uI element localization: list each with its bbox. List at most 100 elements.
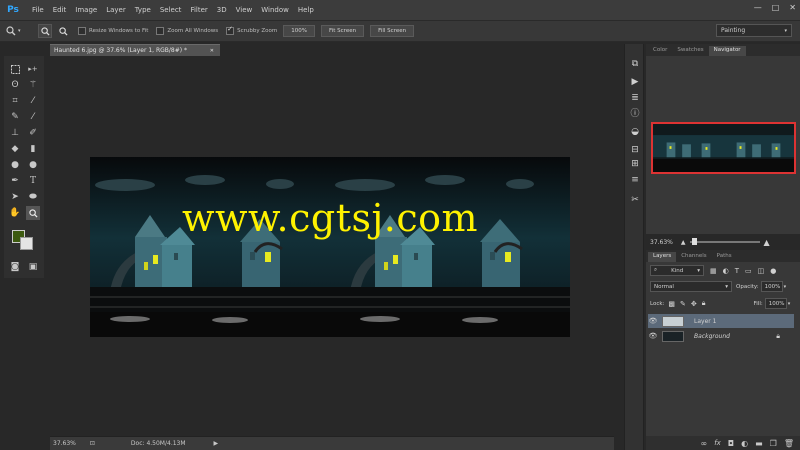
workspace-switcher[interactable]: Painting ▾ <box>716 24 792 37</box>
tool-preset-picker[interactable]: ▾ <box>6 23 34 39</box>
filter-type-icon[interactable]: T <box>735 267 739 275</box>
adjustment-layer-icon[interactable]: ◐ <box>741 439 748 448</box>
eye-icon[interactable]: 👁︎ <box>648 332 658 340</box>
opacity-input[interactable]: 100% <box>760 281 783 292</box>
properties-icon[interactable]: ≣ <box>629 92 641 104</box>
close-button[interactable]: ✕ <box>789 3 796 12</box>
tool-presets-icon[interactable]: ⊞ <box>629 158 641 170</box>
zoom-all-windows-checkbox[interactable]: Zoom All Windows <box>156 27 218 35</box>
info-icon[interactable]: ⓘ <box>629 106 641 119</box>
chevron-down-icon[interactable]: ▾ <box>784 284 787 290</box>
tab-navigator[interactable]: Navigator <box>708 46 746 56</box>
eyedropper-tool[interactable]: ⁄ <box>26 94 40 108</box>
layer-row-layer-1[interactable]: 👁︎ Layer 1 <box>648 314 794 328</box>
delete-layer-icon[interactable]: 🗑︎ <box>784 439 794 448</box>
quick-mask-button[interactable]: ◙ <box>8 260 22 274</box>
crop-tool[interactable]: ⌗ <box>8 94 22 108</box>
filter-smart-icon[interactable]: ◫ <box>758 267 765 275</box>
paragraph-icon[interactable]: ≡ <box>629 174 641 186</box>
link-layers-icon[interactable]: ∞ <box>701 439 708 448</box>
move-tool[interactable]: ▸+ <box>26 62 40 76</box>
layer-name[interactable]: Background <box>694 333 730 340</box>
menu-image[interactable]: Image <box>75 6 97 14</box>
lock-transparent-icon[interactable]: ▩ <box>668 300 675 308</box>
menu-type[interactable]: Type <box>135 6 151 14</box>
path-selection-tool[interactable]: ➤ <box>8 190 22 204</box>
hand-tool[interactable]: ✋ <box>8 206 22 220</box>
filter-pixel-icon[interactable]: ▦ <box>710 267 717 275</box>
menu-filter[interactable]: Filter <box>190 6 207 14</box>
maximize-button[interactable]: □ <box>772 3 780 12</box>
blend-mode-select[interactable]: Normal ▾ <box>650 281 732 292</box>
type-tool[interactable]: T <box>26 174 40 188</box>
screen-mode-button[interactable]: ▣ <box>26 260 40 274</box>
export-icon[interactable]: ⊡ <box>90 440 95 447</box>
status-zoom[interactable]: 37.63% <box>53 440 76 447</box>
scrubby-zoom-checkbox[interactable]: Scrubby Zoom <box>226 27 277 35</box>
marquee-tool[interactable] <box>8 62 22 76</box>
tab-paths[interactable]: Paths <box>712 252 737 262</box>
clone-source-icon[interactable]: ⊟ <box>629 144 641 156</box>
filter-shape-icon[interactable]: ▭ <box>745 267 752 275</box>
tab-swatches[interactable]: Swatches <box>672 46 708 56</box>
layer-row-background[interactable]: 👁︎ Background 🔒︎ <box>648 329 794 343</box>
tab-channels[interactable]: Channels <box>676 252 711 262</box>
lock-all-icon[interactable]: 🔒︎ <box>702 299 706 308</box>
actual-pixels-button[interactable]: 100% <box>283 25 315 37</box>
zoom-in-small-icon[interactable]: ▲ <box>764 238 770 247</box>
resize-windows-checkbox[interactable]: Resize Windows to Fit <box>78 27 148 35</box>
healing-brush-tool[interactable]: ✎ <box>8 110 22 124</box>
tools-icon[interactable]: ✂ <box>629 194 641 206</box>
fill-input[interactable]: 100% <box>764 298 787 309</box>
menu-select[interactable]: Select <box>160 6 182 14</box>
zoom-out-button[interactable] <box>56 24 70 38</box>
layer-style-icon[interactable]: fx <box>714 439 721 447</box>
menu-file[interactable]: File <box>32 6 44 14</box>
menu-window[interactable]: Window <box>261 6 289 14</box>
tab-color[interactable]: Color <box>648 46 672 56</box>
minimize-button[interactable]: — <box>754 3 762 12</box>
blur-tool[interactable]: ● <box>8 158 22 172</box>
eraser-tool[interactable]: ◆ <box>8 142 22 156</box>
lock-pixels-icon[interactable]: ✎ <box>680 300 686 308</box>
menu-view[interactable]: View <box>236 6 253 14</box>
filter-toggle-icon[interactable]: ● <box>770 267 776 275</box>
lasso-tool[interactable]: ʘ <box>8 78 22 92</box>
fit-screen-button[interactable]: Fit Screen <box>320 25 365 37</box>
menu-3d[interactable]: 3D <box>217 6 227 14</box>
layer-filter-select[interactable]: ⌕ Kind ▾ <box>650 265 704 276</box>
dodge-tool[interactable]: ● <box>26 158 40 172</box>
menu-layer[interactable]: Layer <box>106 6 126 14</box>
navigator-preview[interactable] <box>651 122 796 174</box>
pen-tool[interactable]: ✒ <box>8 174 22 188</box>
menu-edit[interactable]: Edit <box>53 6 67 14</box>
new-layer-icon[interactable]: ❐ <box>770 439 777 448</box>
clone-stamp-tool[interactable]: ⊥ <box>8 126 22 140</box>
navigator-zoom-value[interactable]: 37.63% <box>650 239 673 246</box>
background-color-swatch[interactable] <box>20 237 33 250</box>
slider-knob[interactable] <box>691 238 697 245</box>
navigator-zoom-slider[interactable] <box>689 238 760 245</box>
history-brush-tool[interactable]: ✐ <box>26 126 40 140</box>
chevron-down-icon[interactable]: ▾ <box>788 301 791 307</box>
eye-icon[interactable]: 👁︎ <box>648 317 658 325</box>
document-canvas-image[interactable] <box>90 157 570 337</box>
zoom-out-small-icon[interactable]: ▲ <box>681 239 686 246</box>
tab-layers[interactable]: Layers <box>648 252 677 262</box>
paint-bucket-tool[interactable]: ▮ <box>26 142 40 156</box>
new-group-icon[interactable]: ▬ <box>755 439 763 448</box>
fill-screen-button[interactable]: Fill Screen <box>370 25 415 37</box>
close-icon[interactable]: ✕ <box>210 48 214 54</box>
layer-name[interactable]: Layer 1 <box>694 318 716 325</box>
zoom-tool[interactable] <box>26 206 40 220</box>
lock-position-icon[interactable]: ✥ <box>691 300 697 308</box>
add-mask-icon[interactable]: ◘ <box>728 439 734 448</box>
document-tab[interactable]: Haunted 6.jpg @ 37.6% (Layer 1, RGB/8#) … <box>50 44 220 56</box>
history-icon[interactable]: ⧉ <box>629 58 641 70</box>
actions-icon[interactable]: ▶ <box>629 76 641 88</box>
brush-settings-icon[interactable]: ◒ <box>629 126 641 138</box>
brush-tool[interactable]: ⁄ <box>26 110 40 124</box>
filter-adjustment-icon[interactable]: ◐ <box>723 267 729 275</box>
shape-tool[interactable]: ⬬ <box>26 190 40 204</box>
zoom-in-button[interactable] <box>38 24 52 38</box>
